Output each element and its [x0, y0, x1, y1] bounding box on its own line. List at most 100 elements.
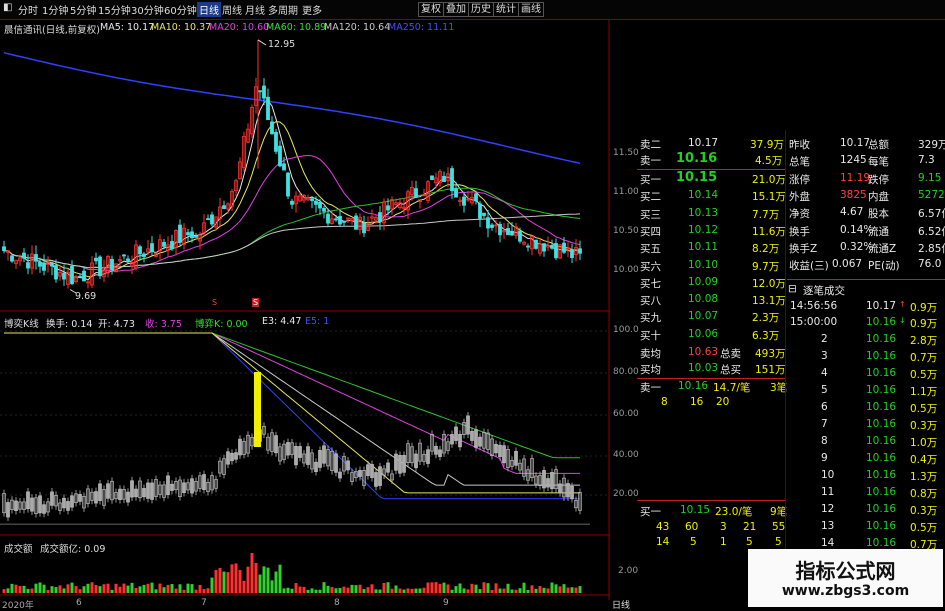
- volume-bar: [78, 589, 82, 593]
- volume-bar: [502, 588, 506, 593]
- boyi-candle: [314, 461, 318, 472]
- boyi-candle: [566, 483, 570, 498]
- candle-body: [490, 224, 494, 228]
- bid-volume: 13.1万: [752, 295, 786, 308]
- stat-label: PE(动): [868, 260, 900, 273]
- queue-item: 20: [716, 396, 730, 408]
- boyi-candle: [182, 482, 186, 493]
- candle-body: [50, 262, 54, 267]
- watermark-title: 指标公式网: [795, 559, 896, 583]
- volume-bar: [170, 584, 174, 593]
- trades-title[interactable]: 逐笔成交: [803, 283, 845, 298]
- trade-volume: 0.5万: [910, 403, 938, 415]
- ask-price: 10.17: [688, 137, 719, 149]
- volume-bar: [154, 589, 158, 593]
- volume-bar: [402, 589, 406, 593]
- divider: [637, 378, 785, 379]
- candle-body: [570, 249, 574, 258]
- candle-body: [414, 188, 418, 198]
- stat-label: 总额: [868, 139, 889, 151]
- boyi-candle: [470, 431, 474, 441]
- boyi-candle: [50, 491, 54, 506]
- volume-bar: [358, 584, 362, 593]
- ma5-label: MA5: 10.17: [100, 22, 155, 33]
- volume-bar: [458, 583, 462, 593]
- stat-label: 净资: [789, 208, 810, 221]
- boyi-candle: [190, 478, 194, 494]
- bid-label: 买七: [640, 277, 661, 290]
- boyi-k-title: 博奕K线: [4, 319, 39, 330]
- volume-bar: [90, 582, 94, 593]
- candle-body: [126, 258, 130, 263]
- boyi-candle: [98, 483, 102, 501]
- candle-body: [262, 85, 266, 99]
- kline-chart-area[interactable]: [0, 0, 610, 609]
- trade-price: 10.16: [866, 486, 897, 498]
- ask-label: 卖二: [640, 139, 661, 151]
- boyi-candle: [378, 466, 382, 486]
- trades-icon[interactable]: ⊟: [788, 283, 797, 295]
- stat-label: 换手Z: [789, 242, 818, 255]
- candle-body: [486, 217, 490, 229]
- volume-bar: [558, 586, 562, 593]
- volume-bar: [122, 583, 126, 593]
- trade-index: 11: [821, 486, 835, 498]
- volume-bar: [258, 574, 262, 593]
- volume-bar: [538, 586, 542, 593]
- high-price-label: 12.95: [268, 39, 296, 50]
- avg-buy-label: 买均: [640, 364, 661, 376]
- volume-bar: [342, 586, 346, 593]
- bid-price: 10.12: [688, 223, 719, 236]
- volume-bar: [66, 584, 70, 593]
- boyi-line: [4, 332, 580, 486]
- volume-bar: [426, 582, 430, 593]
- volume-bar: [354, 585, 358, 593]
- volume-bar: [222, 571, 226, 593]
- volume-bar: [494, 583, 498, 593]
- candle-body: [78, 275, 82, 278]
- volume-bar: [58, 585, 62, 593]
- stat-label: 换手: [789, 225, 810, 238]
- boyi-candle: [414, 453, 418, 469]
- volume-bar: [42, 584, 46, 593]
- queue-item: 8: [661, 396, 668, 408]
- volume-bar: [530, 585, 534, 593]
- volume-bar: [442, 582, 446, 593]
- trade-index: 10: [821, 469, 835, 481]
- volume-bar: [206, 588, 210, 593]
- candle-body: [534, 239, 538, 249]
- bid-label: 买二: [640, 191, 661, 204]
- boyi-k-label: 博弈K: 0.00: [195, 319, 248, 330]
- volume-bar: [146, 583, 150, 593]
- boyi-candle: [374, 472, 378, 487]
- volume-bar: [486, 583, 490, 593]
- bid-label: 买五: [640, 243, 661, 256]
- bid-price: 10.10: [688, 258, 719, 271]
- candle-body: [270, 121, 274, 135]
- boyi-candle: [118, 488, 122, 500]
- volume-bar: [330, 587, 334, 593]
- trade-price: 10.16: [866, 384, 897, 396]
- volume-bar: [294, 583, 298, 593]
- candle-body: [310, 198, 314, 201]
- trade-time: 15:00:00: [790, 316, 838, 328]
- boyi-candle: [458, 434, 462, 448]
- volume-bar: [298, 586, 302, 593]
- boyi-candle: [286, 442, 290, 456]
- stat-label: 外盘: [789, 190, 810, 203]
- candle-body: [518, 230, 522, 242]
- trade-price: 10.16: [866, 367, 897, 379]
- trade-price: 10.16: [866, 537, 897, 549]
- boyi-candle: [146, 482, 150, 499]
- volume-bar: [510, 589, 514, 593]
- divider: [785, 130, 786, 550]
- trade-index: 4: [821, 367, 828, 379]
- trade-volume: 0.4万: [910, 454, 938, 466]
- x-axis-label: 8: [334, 598, 340, 608]
- candle-body: [54, 265, 58, 280]
- candle-body: [362, 222, 366, 234]
- candle-body: [550, 245, 554, 249]
- bid-volume: 12.0万: [752, 277, 786, 290]
- candle-body: [98, 256, 102, 277]
- volume-bar: [22, 585, 26, 593]
